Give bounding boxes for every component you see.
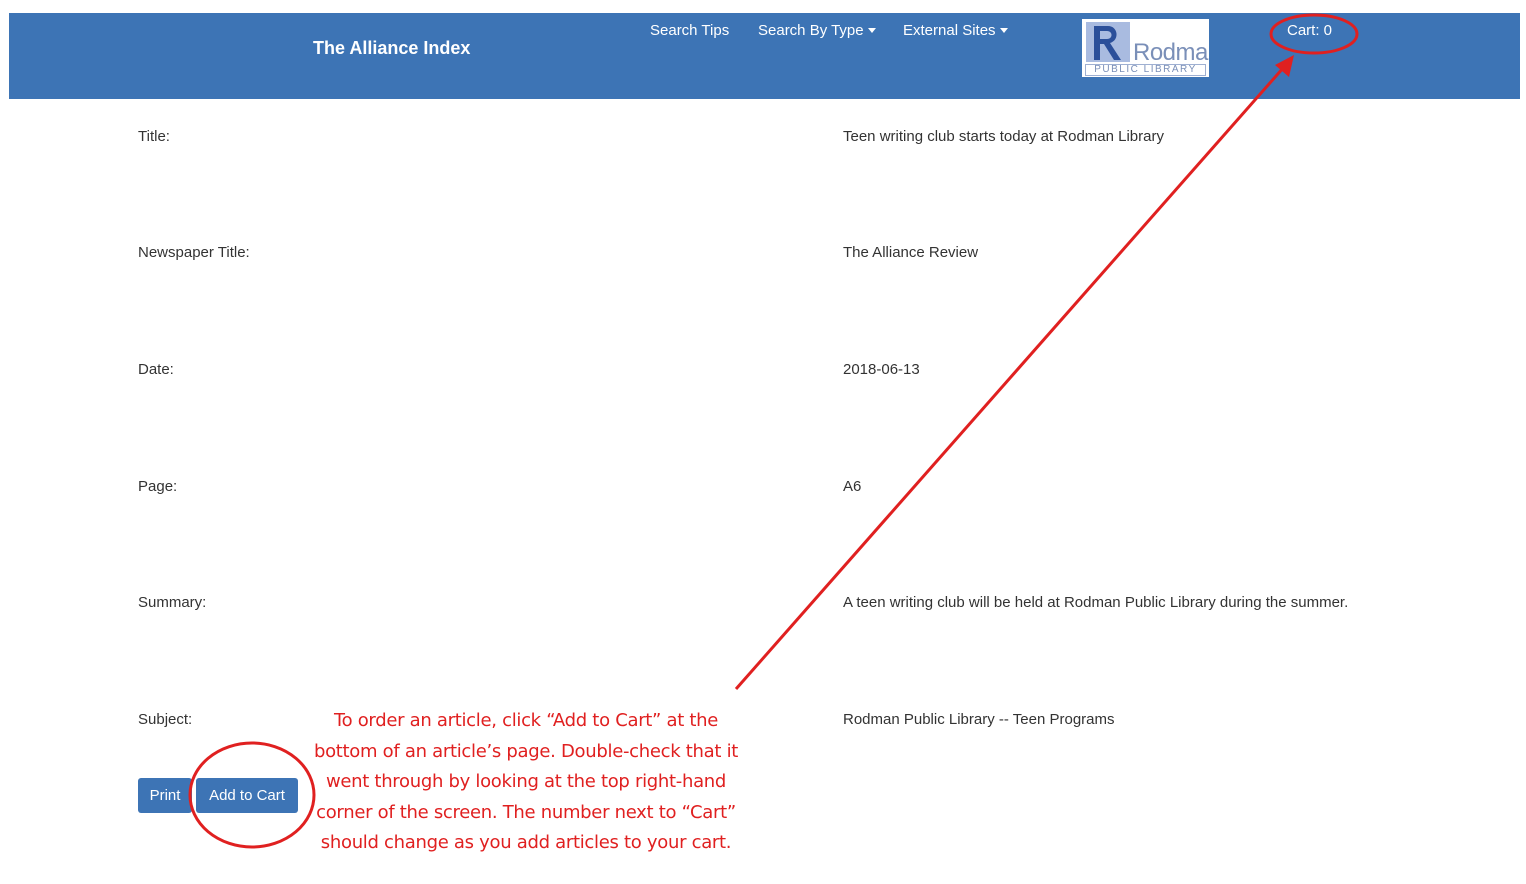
logo-r-mark-icon bbox=[1086, 22, 1130, 62]
newspaper-title-value: The Alliance Review bbox=[843, 244, 979, 261]
nav-search-by-type-label: Search By Type bbox=[758, 22, 864, 39]
annotation-line: corner of the screen. The number next to… bbox=[316, 801, 736, 823]
page-value: A6 bbox=[843, 478, 862, 495]
logo-subtitle: PUBLIC LIBRARY bbox=[1085, 64, 1206, 76]
caret-down-icon bbox=[867, 27, 876, 33]
title-value: Teen writing club starts today at Rodman… bbox=[843, 128, 1164, 145]
annotation-line: went through by looking at the top right… bbox=[325, 771, 727, 792]
brand-title[interactable]: The Alliance Index bbox=[313, 38, 470, 59]
annotation-line: bottom of an article’s page. Double-chec… bbox=[313, 740, 739, 762]
title-label: Title: bbox=[138, 128, 170, 145]
logo-name: Rodman bbox=[1133, 39, 1209, 66]
caret-down-icon bbox=[999, 27, 1008, 33]
add-to-cart-button[interactable]: Add to Cart bbox=[196, 778, 298, 813]
subject-label: Subject: bbox=[138, 711, 193, 728]
date-label: Date: bbox=[138, 361, 174, 378]
annotation-line: should change as you add articles to you… bbox=[320, 832, 732, 853]
nav-external-sites-label: External Sites bbox=[903, 22, 996, 39]
newspaper-title-label: Newspaper Title: bbox=[138, 244, 250, 261]
nav-external-sites-dropdown[interactable]: External Sites bbox=[903, 22, 1008, 39]
annotation-text: To order an article, click “Add to Cart”… bbox=[306, 706, 746, 859]
annotation-overlay bbox=[188, 13, 1359, 849]
nav-search-tips[interactable]: Search Tips bbox=[650, 22, 729, 39]
annotation-line: To order an article, click “Add to Cart”… bbox=[333, 710, 719, 731]
summary-label: Summary: bbox=[138, 594, 207, 611]
rodman-library-logo[interactable]: Rodman PUBLIC LIBRARY bbox=[1082, 19, 1209, 77]
print-button[interactable]: Print bbox=[138, 778, 192, 813]
cart-link[interactable]: Cart: 0 bbox=[1287, 22, 1332, 39]
summary-value: A teen writing club will be held at Rodm… bbox=[843, 594, 1349, 611]
nav-search-tips-label: Search Tips bbox=[650, 22, 730, 39]
subject-value: Rodman Public Library -- Teen Programs bbox=[843, 711, 1115, 728]
top-navbar: The Alliance Index Search Tips Search By… bbox=[9, 13, 1520, 99]
date-value: 2018-06-13 bbox=[843, 361, 920, 378]
nav-search-by-type-dropdown[interactable]: Search By Type bbox=[758, 22, 876, 39]
page-label: Page: bbox=[138, 478, 178, 495]
